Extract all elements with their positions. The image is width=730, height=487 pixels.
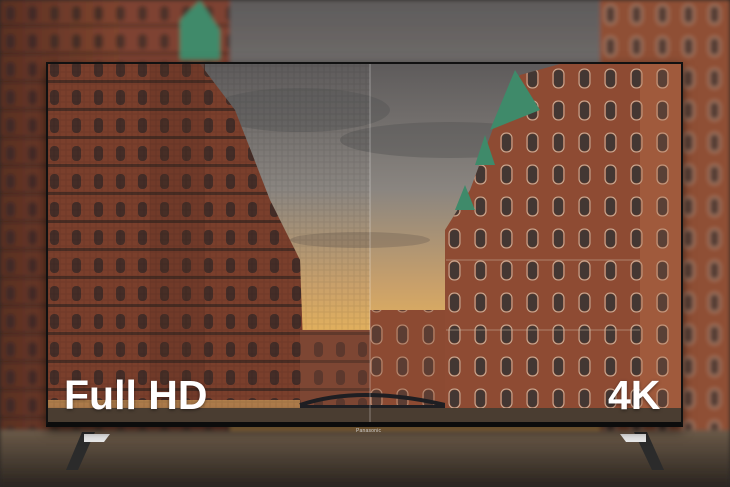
tv-brand-logo: Panasonic bbox=[356, 428, 382, 434]
4k-label: 4K bbox=[608, 372, 661, 418]
full-hd-label: Full HD bbox=[64, 372, 208, 418]
